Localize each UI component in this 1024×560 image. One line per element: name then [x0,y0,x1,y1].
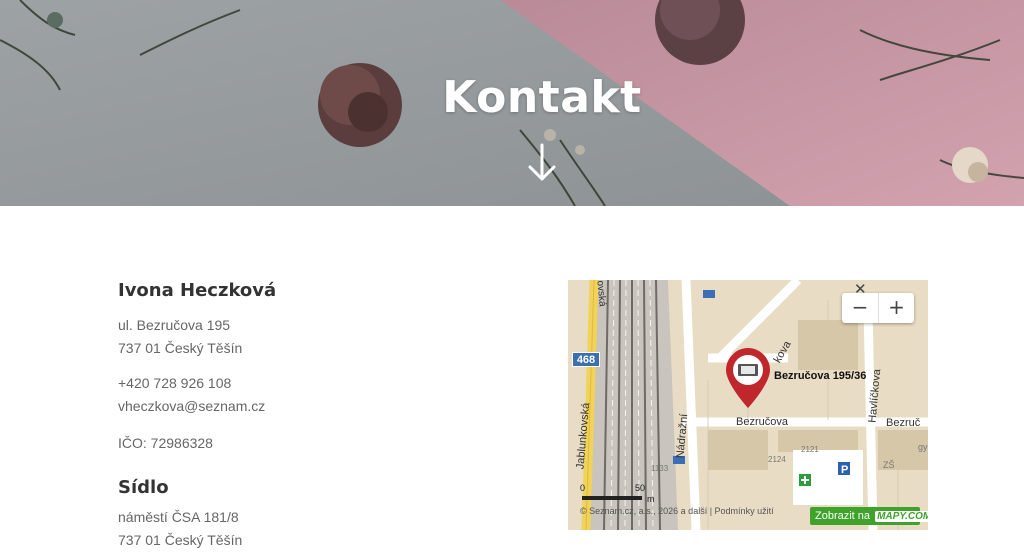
hero-banner: Kontakt [0,0,1024,206]
phone-number[interactable]: +420 728 926 108 [118,372,478,395]
street-label-bezrucova: Bezručova [736,416,788,428]
contact-name: Ivona Heczková [118,280,277,301]
page-title: Kontakt [442,72,642,123]
open-button-label: Zobrazit na [815,510,871,522]
svg-text:P: P [841,464,848,476]
open-in-mapy-button[interactable]: Zobrazit na MAPY.COM [810,507,928,525]
scale-label-zero: 0 [580,483,586,493]
building-number: 2124 [768,455,786,464]
street-label-sko: ovská [594,280,608,307]
terms-link[interactable]: Podmínky užití [715,506,774,516]
pin-address-label: Bezručova 195/36 [774,370,867,382]
sidlo-address-line-2: 737 01 Český Těšín [118,532,243,548]
scale-bar [582,496,642,500]
map-copyright: © Seznam.cz, a.s., 2026 a další | Podmín… [580,506,774,516]
sidlo-heading: Sídlo [118,477,169,498]
mapy-logo: MAPY.COM [875,511,928,522]
building-label: gy [918,442,928,452]
ico-number: IČO: 72986328 [118,435,213,451]
road-number-badge: 468 [572,352,600,367]
street-label-bezrucova-2: Bezruč [886,417,921,429]
scale-label-fifty: 50 [635,483,646,493]
zoom-controls: − + [842,293,914,323]
address-line-2: 737 01 Český Těšín [118,340,243,356]
building-number: 2121 [801,445,819,454]
sidlo-address-line-1: náměstí ČSA 181/8 [118,509,239,525]
building-number: 1133 [651,464,669,473]
building-label-zs: ZŠ [883,460,895,470]
copyright-text: © Seznam.cz, a.s., 2026 a další [580,506,708,516]
map-widget[interactable]: P 468 Jablunkovská ovská Nádražní Bezruč… [568,280,928,530]
zoom-in-button[interactable]: + [878,293,914,323]
arrow-down-icon[interactable] [525,143,559,183]
address-line-1: ul. Bezručova 195 [118,317,231,333]
email-link[interactable]: vheczkova@seznam.cz [118,398,265,414]
sidlo-block: náměstí ČSA 181/8 737 01 Český Těšín [118,506,242,552]
zoom-out-button[interactable]: − [842,293,878,323]
scale-unit: m [647,494,655,504]
contact-block: Ivona Heczková ul. Bezručova 195 737 01 … [118,280,478,455]
